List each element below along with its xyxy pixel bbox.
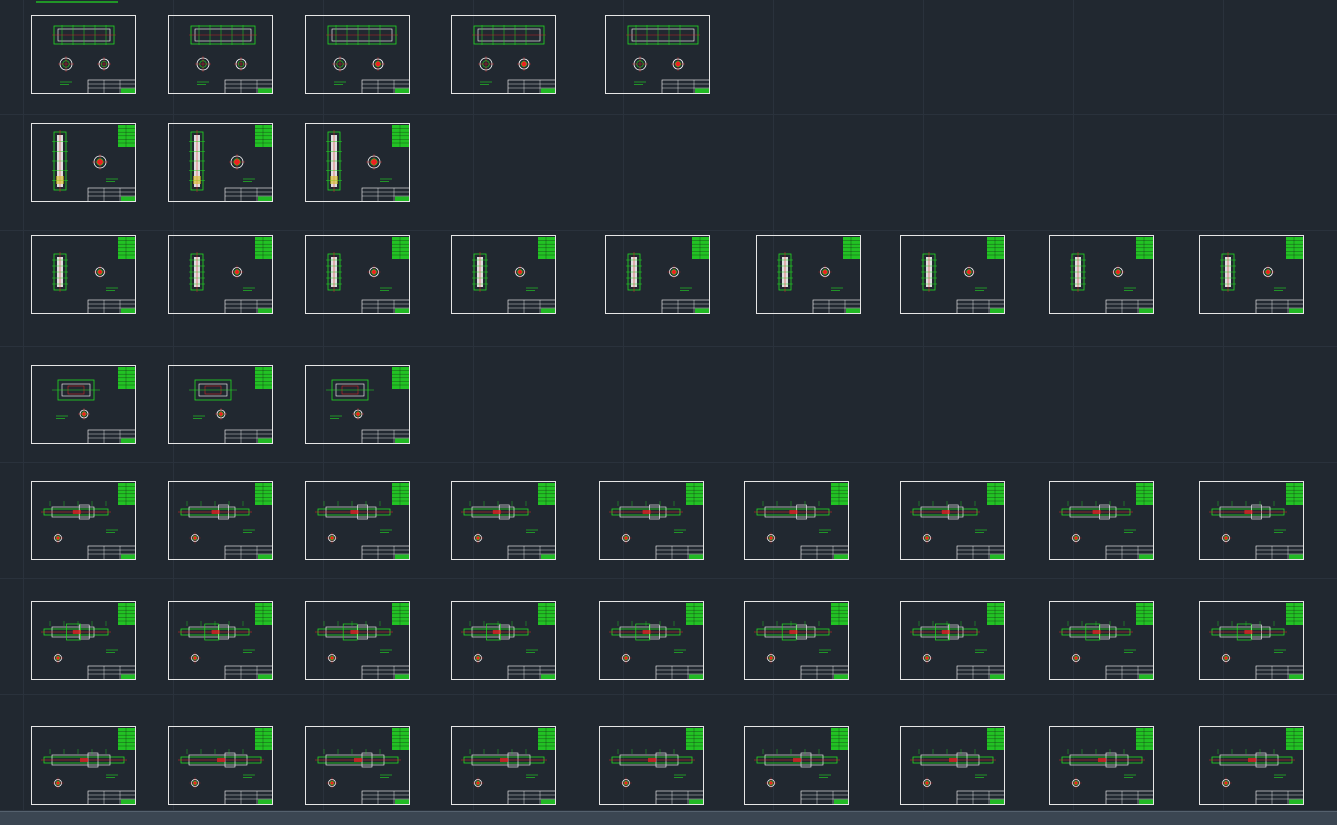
drawing-sheet[interactable] <box>599 481 704 560</box>
model-space-canvas[interactable] <box>0 0 1337 824</box>
drawing-sheet-icon <box>1070 237 1153 313</box>
drawing-sheet[interactable] <box>305 601 410 680</box>
drawing-sheet[interactable] <box>305 726 410 805</box>
drawing-sheet-icon <box>315 483 409 559</box>
drawing-sheet[interactable] <box>168 481 273 560</box>
drawing-sheet-icon <box>1220 237 1303 313</box>
drawing-sheet[interactable] <box>31 365 136 444</box>
drawing-sheet[interactable] <box>900 481 1005 560</box>
drawing-sheet-icon <box>41 728 135 804</box>
drawing-sheet[interactable] <box>305 365 410 444</box>
drawing-sheet-icon <box>472 237 555 313</box>
drawing-sheet[interactable] <box>900 601 1005 680</box>
drawing-sheet[interactable] <box>605 15 710 94</box>
drawing-sheet-icon <box>461 483 555 559</box>
drawing-sheet-icon <box>178 483 272 559</box>
drawing-sheet-icon <box>52 367 135 443</box>
drawing-sheet[interactable] <box>168 15 273 94</box>
drawing-sheet-icon <box>326 367 409 443</box>
drawing-sheet-icon <box>754 728 848 804</box>
drawing-sheet-icon <box>626 237 709 313</box>
drawing-sheet-icon <box>189 237 272 313</box>
drawing-sheet-icon <box>41 603 135 679</box>
drawing-sheet-icon <box>52 125 135 201</box>
drawing-sheet-icon <box>777 237 860 313</box>
drawing-sheet-icon <box>41 483 135 559</box>
drawing-sheet-icon <box>1059 483 1153 559</box>
drawing-sheet[interactable] <box>451 726 556 805</box>
drawing-sheet-icon <box>609 483 703 559</box>
drawing-sheet[interactable] <box>168 726 273 805</box>
drawing-sheet[interactable] <box>451 601 556 680</box>
drawing-sheet-icon <box>609 728 703 804</box>
drawing-sheet[interactable] <box>1199 601 1304 680</box>
drawing-sheet[interactable] <box>168 601 273 680</box>
drawing-sheet[interactable] <box>744 601 849 680</box>
drawing-sheet[interactable] <box>451 15 556 94</box>
drawing-sheet[interactable] <box>31 726 136 805</box>
drawing-sheet-icon <box>189 125 272 201</box>
drawing-sheet[interactable] <box>900 235 1005 314</box>
drawing-sheet-icon <box>326 237 409 313</box>
top-label-annotation <box>36 1 118 3</box>
drawing-sheet[interactable] <box>305 235 410 314</box>
drawing-sheet[interactable] <box>305 15 410 94</box>
drawing-sheet-icon <box>910 603 1004 679</box>
drawing-sheet[interactable] <box>31 235 136 314</box>
drawing-sheet[interactable] <box>1199 481 1304 560</box>
drawing-sheet-icon <box>921 237 1004 313</box>
drawing-sheet[interactable] <box>1049 601 1154 680</box>
drawing-sheet[interactable] <box>451 235 556 314</box>
drawing-sheet-icon <box>315 603 409 679</box>
drawing-sheet[interactable] <box>168 235 273 314</box>
drawing-sheet-icon <box>326 125 409 201</box>
drawing-sheet[interactable] <box>31 601 136 680</box>
drawing-sheet-icon <box>1209 728 1303 804</box>
drawing-sheet[interactable] <box>1199 726 1304 805</box>
drawing-sheet[interactable] <box>168 123 273 202</box>
drawing-sheet-icon <box>178 603 272 679</box>
drawing-sheet-icon <box>52 25 135 93</box>
drawing-sheet[interactable] <box>599 601 704 680</box>
drawing-sheet-icon <box>1209 483 1303 559</box>
drawing-sheet[interactable] <box>756 235 861 314</box>
drawing-sheet-icon <box>910 483 1004 559</box>
drawing-sheet[interactable] <box>451 481 556 560</box>
drawing-sheet[interactable] <box>305 481 410 560</box>
drawing-sheet[interactable] <box>744 726 849 805</box>
drawing-sheet-icon <box>326 25 409 93</box>
status-bar <box>0 811 1337 825</box>
drawing-sheet-icon <box>461 728 555 804</box>
drawing-sheet[interactable] <box>900 726 1005 805</box>
drawing-sheet-icon <box>1059 603 1153 679</box>
drawing-sheet-icon <box>754 603 848 679</box>
drawing-sheet-icon <box>189 367 272 443</box>
drawing-sheet-icon <box>461 603 555 679</box>
drawing-sheet-icon <box>189 25 272 93</box>
drawing-sheet-icon <box>315 728 409 804</box>
drawing-sheet-icon <box>472 25 555 93</box>
drawing-sheet-icon <box>754 483 848 559</box>
drawing-sheet-icon <box>626 25 709 93</box>
drawing-sheet[interactable] <box>605 235 710 314</box>
drawing-sheet[interactable] <box>744 481 849 560</box>
drawing-sheet-icon <box>910 728 1004 804</box>
drawing-sheet-icon <box>1209 603 1303 679</box>
drawing-sheet-icon <box>1059 728 1153 804</box>
drawing-sheet[interactable] <box>1049 481 1154 560</box>
drawing-sheet[interactable] <box>1199 235 1304 314</box>
drawing-sheet[interactable] <box>599 726 704 805</box>
drawing-sheet-icon <box>609 603 703 679</box>
drawing-sheet[interactable] <box>31 481 136 560</box>
drawing-sheet[interactable] <box>1049 235 1154 314</box>
drawing-sheet[interactable] <box>31 15 136 94</box>
drawing-sheet[interactable] <box>31 123 136 202</box>
drawing-sheet[interactable] <box>168 365 273 444</box>
drawing-sheet-icon <box>178 728 272 804</box>
drawing-sheet-icon <box>52 237 135 313</box>
drawing-sheet[interactable] <box>305 123 410 202</box>
drawing-sheet[interactable] <box>1049 726 1154 805</box>
